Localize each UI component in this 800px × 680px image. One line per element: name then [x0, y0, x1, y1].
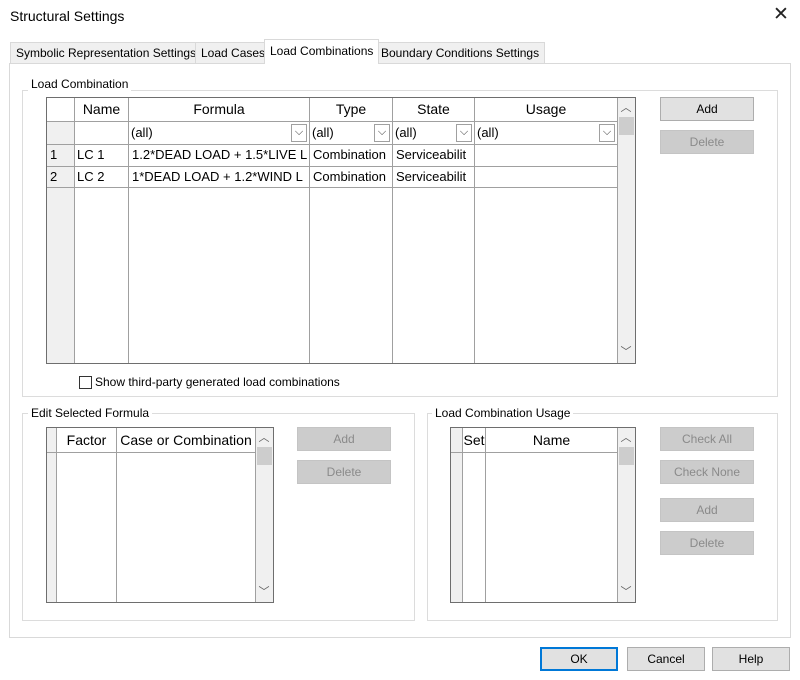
cell-state[interactable]: Serviceabilit: [396, 145, 474, 165]
filter-type[interactable]: (all) ⌵: [310, 122, 392, 144]
window-title: Structural Settings: [10, 8, 125, 24]
load-combination-table[interactable]: Name Formula Type State Usage (all) ⌵ (a…: [46, 97, 636, 364]
scrollbar-thumb[interactable]: [619, 117, 634, 135]
delete-load-combination-button[interactable]: Delete: [660, 130, 754, 154]
delete-factor-button[interactable]: Delete: [297, 460, 391, 484]
add-load-combination-button[interactable]: Add: [660, 97, 754, 121]
chevron-down-icon[interactable]: ⌵: [599, 124, 615, 142]
vertical-scrollbar[interactable]: ︿ ﹀: [256, 428, 273, 602]
ok-button[interactable]: OK: [540, 647, 618, 671]
chevron-down-icon[interactable]: ﹀: [256, 584, 272, 600]
row-number: 1: [50, 147, 58, 162]
chevron-up-icon[interactable]: ︿: [256, 430, 272, 446]
chevron-down-icon[interactable]: ﹀: [618, 584, 634, 600]
edit-formula-group-label: Edit Selected Formula: [28, 406, 153, 420]
column-header-set[interactable]: Set: [463, 429, 485, 451]
filter-formula[interactable]: (all) ⌵: [129, 122, 309, 144]
vertical-scrollbar[interactable]: ︿ ﹀: [618, 98, 635, 363]
vertical-scrollbar[interactable]: ︿ ﹀: [618, 428, 635, 602]
delete-usage-button[interactable]: Delete: [660, 531, 754, 555]
cell-formula[interactable]: 1.2*DEAD LOAD + 1.5*LIVE L: [132, 145, 308, 165]
close-icon[interactable]: ✕: [768, 2, 794, 28]
tab-load-cases[interactable]: Load Cases: [195, 42, 272, 63]
column-header-type[interactable]: Type: [310, 98, 392, 120]
filter-state[interactable]: (all) ⌵: [393, 122, 474, 144]
formula-factors-table[interactable]: Factor Case or Combination ︿ ﹀: [46, 427, 274, 603]
check-all-button[interactable]: Check All: [660, 427, 754, 451]
column-header-case-or-combination[interactable]: Case or Combination: [117, 429, 255, 451]
show-third-party-label[interactable]: Show third-party generated load combinat…: [95, 375, 340, 389]
cell-state[interactable]: Serviceabilit: [396, 167, 474, 187]
cell-formula[interactable]: 1*DEAD LOAD + 1.2*WIND L: [132, 167, 308, 187]
column-header-usage[interactable]: Usage: [475, 98, 617, 120]
add-usage-button[interactable]: Add: [660, 498, 754, 522]
usage-table[interactable]: Set Name ︿ ﹀: [450, 427, 636, 603]
table-row[interactable]: 1 LC 1 1.2*DEAD LOAD + 1.5*LIVE L Combin…: [47, 145, 617, 166]
cell-name[interactable]: LC 1: [77, 145, 127, 165]
scrollbar-thumb[interactable]: [257, 447, 272, 465]
chevron-down-icon[interactable]: ﹀: [618, 344, 634, 360]
column-header-name[interactable]: Name: [75, 98, 128, 120]
chevron-down-icon[interactable]: ⌵: [456, 124, 472, 142]
add-factor-button[interactable]: Add: [297, 427, 391, 451]
chevron-down-icon[interactable]: ⌵: [374, 124, 390, 142]
cell-name[interactable]: LC 2: [77, 167, 127, 187]
column-header-formula[interactable]: Formula: [129, 98, 309, 120]
help-button[interactable]: Help: [712, 647, 790, 671]
tab-symbolic-representation[interactable]: Symbolic Representation Settings: [10, 42, 203, 63]
check-none-button[interactable]: Check None: [660, 460, 754, 484]
cancel-button[interactable]: Cancel: [627, 647, 705, 671]
column-header-usage-name[interactable]: Name: [486, 429, 617, 451]
usage-group-label: Load Combination Usage: [432, 406, 574, 420]
filter-usage[interactable]: (all) ⌵: [475, 122, 617, 144]
row-header-column: [47, 98, 74, 363]
table-row[interactable]: 2 LC 2 1*DEAD LOAD + 1.2*WIND L Combinat…: [47, 167, 617, 187]
scrollbar-thumb[interactable]: [619, 447, 634, 465]
chevron-up-icon[interactable]: ︿: [618, 430, 634, 446]
row-number: 2: [50, 169, 58, 184]
column-header-factor[interactable]: Factor: [57, 429, 116, 451]
load-combination-group-label: Load Combination: [28, 77, 132, 91]
cell-type[interactable]: Combination: [313, 167, 392, 187]
chevron-down-icon[interactable]: ⌵: [291, 124, 307, 142]
tab-load-combinations[interactable]: Load Combinations: [264, 39, 380, 64]
column-header-state[interactable]: State: [393, 98, 474, 120]
chevron-up-icon[interactable]: ︿: [618, 100, 634, 116]
cell-type[interactable]: Combination: [313, 145, 392, 165]
title-bar: Structural Settings ✕: [0, 0, 800, 32]
show-third-party-checkbox[interactable]: [79, 376, 92, 389]
tab-boundary-conditions[interactable]: Boundary Conditions Settings: [375, 42, 546, 63]
